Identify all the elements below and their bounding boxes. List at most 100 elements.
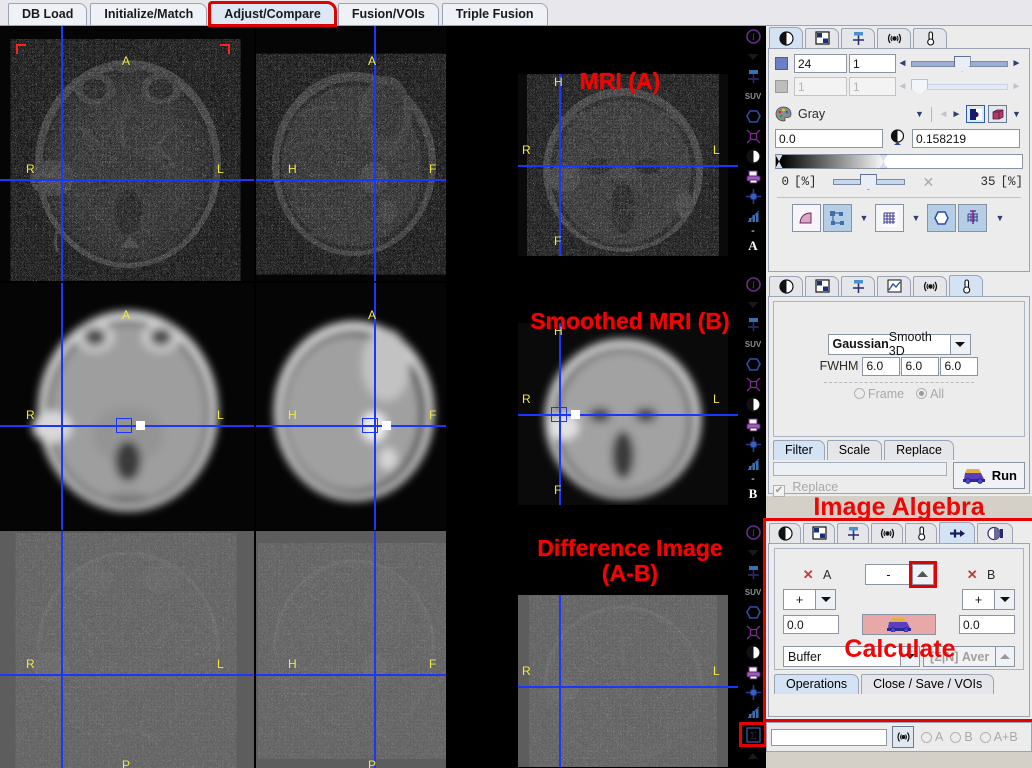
- vertical-toolbar-bottom[interactable]: I SUV Σ: [739, 522, 767, 768]
- image-sagittal-mri-b[interactable]: A P H F: [256, 283, 446, 530]
- grid-dropdown-icon[interactable]: ▼: [910, 213, 923, 223]
- tab-fusion-vois[interactable]: Fusion/VOIs: [337, 3, 439, 25]
- remove-b-icon[interactable]: ✕: [967, 567, 978, 582]
- colortable-options-icon[interactable]: ▼: [1010, 109, 1023, 119]
- info-icon[interactable]: I: [742, 27, 764, 46]
- a-sign-dropdown[interactable]: +: [783, 589, 816, 610]
- radio-b[interactable]: [950, 731, 962, 743]
- image-axial-mri-a[interactable]: A P R L: [0, 26, 254, 281]
- radio-a[interactable]: [921, 731, 932, 743]
- markers-dropdown-icon[interactable]: ▼: [858, 213, 871, 223]
- chevron-down-icon[interactable]: [742, 295, 764, 314]
- tab-db-load[interactable]: DB Load: [8, 3, 88, 25]
- filter-type-dropdown[interactable]: Gaussian Smooth 3D: [827, 330, 951, 358]
- polygon-icon[interactable]: [742, 107, 764, 126]
- shape-button[interactable]: [926, 204, 956, 232]
- status-input[interactable]: [771, 728, 887, 746]
- crosshair-icon[interactable]: [742, 187, 764, 206]
- subtab-replace[interactable]: Replace: [884, 440, 954, 460]
- snapshot-icon[interactable]: [742, 67, 764, 86]
- all-radio[interactable]: [916, 388, 928, 399]
- annotate-button[interactable]: [957, 204, 987, 232]
- slice-slider-thumb[interactable]: [953, 55, 971, 72]
- a-value-input[interactable]: [783, 615, 839, 634]
- subtab-operations[interactable]: Operations: [774, 674, 860, 694]
- vertical-toolbar-top[interactable]: I SUV - A: [740, 26, 766, 274]
- threshold-slider[interactable]: [832, 173, 905, 191]
- vertical-toolbar-middle[interactable]: I SUV - B: [740, 274, 766, 522]
- info-icon[interactable]: I: [742, 523, 764, 542]
- fwhm-z-input[interactable]: [940, 356, 979, 376]
- clear-threshold-icon[interactable]: ✕: [923, 174, 935, 191]
- colortable-dropdown-icon[interactable]: ▼: [913, 109, 926, 119]
- threshold-slider-thumb[interactable]: [859, 174, 877, 190]
- slice-input[interactable]: [794, 54, 847, 73]
- chevron-down-icon[interactable]: [742, 47, 764, 66]
- tab-snapshot[interactable]: [837, 523, 869, 543]
- colorbar-handle-right[interactable]: [879, 154, 888, 169]
- histogram-icon[interactable]: [742, 455, 764, 474]
- radio-ab[interactable]: [979, 731, 991, 743]
- minus-icon[interactable]: -: [742, 226, 764, 237]
- crosshair-marker-box[interactable]: [551, 407, 567, 422]
- remove-a-icon[interactable]: ✕: [803, 567, 814, 582]
- crosshair-icon[interactable]: [742, 683, 764, 702]
- average-expand-button[interactable]: [994, 646, 1016, 667]
- filter-type-dropdown-button[interactable]: [949, 333, 971, 355]
- tab-contrast[interactable]: [769, 523, 801, 543]
- tab-initialize-match[interactable]: Initialize/Match: [90, 3, 208, 25]
- bmode-icon[interactable]: B: [742, 484, 764, 503]
- subtab-close-save-vois[interactable]: Close / Save / VOIs: [861, 674, 995, 694]
- crosshair-marker-box[interactable]: [116, 418, 132, 433]
- tab-contrast[interactable]: [769, 276, 803, 296]
- slice-next-button[interactable]: ►: [1010, 58, 1023, 69]
- slice-frame-input[interactable]: [849, 54, 896, 73]
- b-sign-dropdown[interactable]: +: [962, 589, 995, 610]
- colortable-prev-button[interactable]: ◄: [937, 109, 950, 120]
- contrast-icon[interactable]: [742, 395, 764, 414]
- window-level-icon[interactable]: [889, 129, 906, 148]
- annotate-dropdown-icon[interactable]: ▼: [994, 213, 1007, 223]
- run-button[interactable]: Run: [952, 462, 1025, 489]
- print-icon[interactable]: [742, 415, 764, 434]
- slice-color-swatch[interactable]: [775, 57, 788, 70]
- tab-algebra[interactable]: [939, 522, 975, 543]
- window-max-input[interactable]: [912, 129, 1020, 148]
- minus-icon[interactable]: -: [742, 474, 764, 485]
- resize-icon[interactable]: [742, 127, 764, 146]
- a-sign-dropdown-button[interactable]: [815, 589, 836, 610]
- resize-icon[interactable]: [742, 623, 764, 642]
- sigma-icon[interactable]: Σ: [739, 722, 767, 747]
- tab-radiation[interactable]: [913, 276, 947, 296]
- text-icon[interactable]: A: [742, 236, 764, 255]
- suv-icon[interactable]: SUV: [742, 583, 764, 602]
- slice-prev-button[interactable]: ◄: [896, 58, 909, 69]
- dither-button[interactable]: [791, 204, 821, 232]
- image-coronal-mri-a[interactable]: H F R L: [448, 26, 740, 281]
- invert-colortable-button[interactable]: [966, 105, 985, 123]
- tab-radiation[interactable]: [871, 523, 903, 543]
- image-viewport[interactable]: A P R L: [0, 26, 740, 768]
- subtab-filter[interactable]: Filter: [773, 440, 825, 460]
- volume-render-button[interactable]: [988, 105, 1007, 123]
- tab-layout-grid[interactable]: [805, 276, 839, 296]
- snapshot-icon[interactable]: [742, 315, 764, 334]
- tab-snapshot[interactable]: [841, 276, 875, 296]
- chevron-up-icon[interactable]: [742, 747, 764, 766]
- polygon-icon[interactable]: [742, 355, 764, 374]
- tab-radiation[interactable]: [877, 28, 911, 48]
- snapshot-icon[interactable]: [742, 563, 764, 582]
- tab-thermometer[interactable]: [949, 275, 983, 296]
- print-icon[interactable]: [742, 663, 764, 682]
- histogram-icon[interactable]: [742, 207, 764, 226]
- image-sagittal-difference[interactable]: H F P: [256, 531, 446, 768]
- fwhm-y-input[interactable]: [901, 356, 940, 376]
- image-axial-mri-b[interactable]: A P R L: [0, 283, 254, 530]
- image-sagittal-mri-a[interactable]: A P H F: [256, 26, 446, 281]
- chevron-down-icon[interactable]: [742, 543, 764, 562]
- window-min-input[interactable]: [775, 129, 883, 148]
- colortable-next-button[interactable]: ►: [950, 109, 963, 120]
- histogram-icon[interactable]: [742, 703, 764, 722]
- frame-radio[interactable]: [853, 388, 865, 399]
- image-axial-difference[interactable]: R L P: [0, 531, 254, 768]
